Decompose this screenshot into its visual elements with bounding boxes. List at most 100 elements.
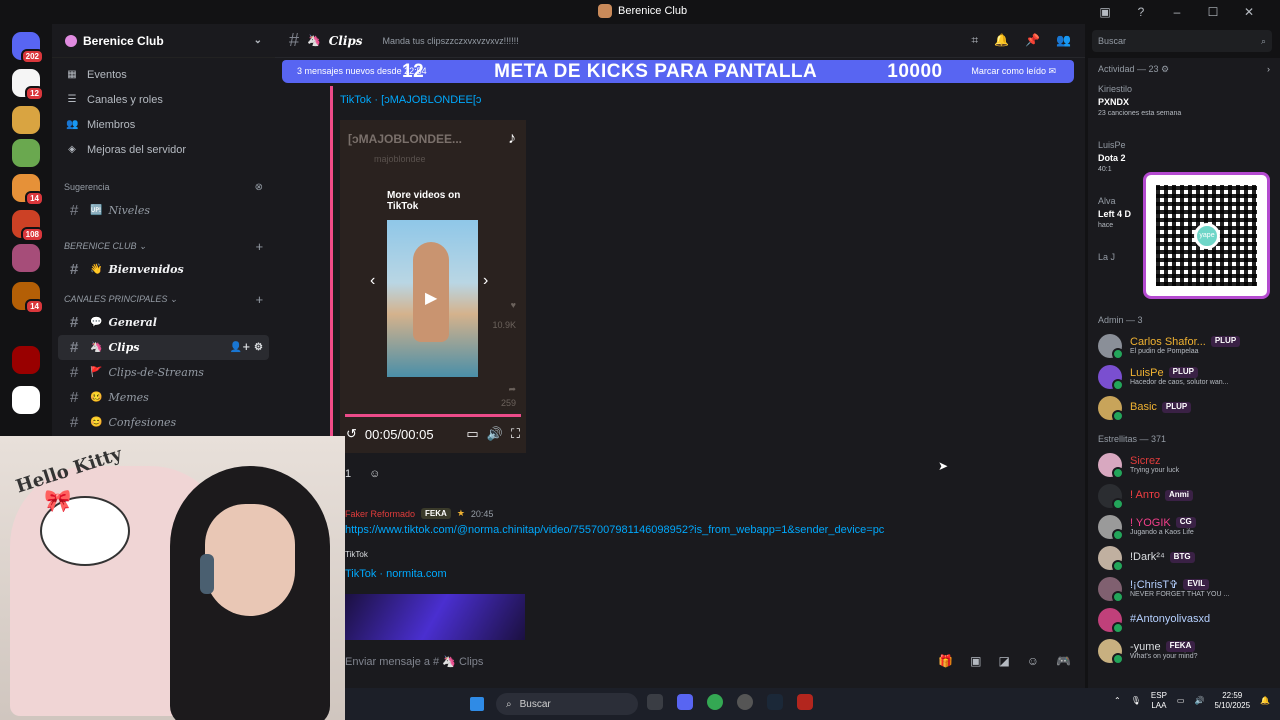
video-thumbnail[interactable]: ▶ (387, 220, 478, 377)
member-status: What's on your mind? (1130, 652, 1198, 660)
channel-confesiones[interactable]: # 😊 Confesiones (58, 410, 269, 435)
clock[interactable]: 22:59 5/10/2025 (1214, 691, 1250, 710)
activity-header[interactable]: Actividad — 23 ⚙ › (1088, 58, 1280, 80)
bell-icon[interactable]: 🔔 (994, 33, 1009, 48)
member-item[interactable]: -yume FEKA What's on your mind? (1088, 635, 1280, 666)
mark-read-button[interactable]: Marcar como leído ✉ (971, 66, 1056, 77)
activity-user: Kiriestilo (1098, 84, 1133, 94)
threads-icon[interactable]: ⌗ (971, 33, 978, 48)
screen-share-icon[interactable]: ▣ (1098, 5, 1112, 19)
shares-count: 259 (500, 398, 516, 408)
category-berenice[interactable]: BERENICE CLUB ⌄ + (52, 235, 275, 257)
minimize-icon[interactable]: – (1170, 5, 1184, 19)
server-icon[interactable] (12, 244, 40, 272)
channel-memes[interactable]: # 🥴 Memes (58, 385, 269, 410)
reaction-count[interactable]: 1 (345, 468, 351, 480)
composer-placeholder[interactable]: Enviar mensaje a # 🦄 Clips (345, 655, 483, 668)
member-item[interactable]: Basic PLUP (1088, 392, 1280, 423)
discord-taskbar-icon[interactable] (677, 694, 693, 710)
windows-start-icon[interactable] (470, 697, 484, 711)
game-icon[interactable] (797, 694, 813, 710)
gear-icon[interactable]: ⚙ (254, 342, 263, 353)
embed-thumbnail[interactable] (345, 594, 525, 640)
sticker-icon[interactable]: ◪ (998, 654, 1009, 668)
gif-icon[interactable]: ▣ (970, 654, 981, 668)
channel-bienvenidos[interactable]: # 👋 Bienvenidos (58, 257, 269, 282)
server-icon[interactable]: 108 (12, 210, 44, 242)
member-item[interactable]: Sicrez Trying your luck (1088, 449, 1280, 480)
video-progress-bar[interactable] (345, 414, 521, 417)
add-channel-icon[interactable]: + (255, 292, 263, 307)
network-icon[interactable]: ▭ (1177, 696, 1185, 705)
volume-icon[interactable]: 🔊 (1194, 696, 1204, 705)
maximize-icon[interactable]: ☐ (1206, 5, 1220, 19)
gift-icon[interactable]: 🎁 (938, 654, 953, 668)
activity-game: PXNDX (1098, 97, 1130, 107)
member-item[interactable]: ! YOGIK CG Jugando a Kaos Life (1088, 511, 1280, 542)
channel-niveles[interactable]: # 🆙 Niveles (58, 198, 269, 223)
dismiss-icon[interactable]: ⊗ (255, 182, 263, 193)
add-channel-icon[interactable]: + (255, 239, 263, 254)
notifications-icon[interactable]: 🔔 (1260, 696, 1270, 705)
invite-icon[interactable]: 👤+ (230, 342, 251, 353)
server-icon[interactable]: 14 (12, 174, 44, 206)
guild-header[interactable]: Berenice Club ⌄ (52, 24, 275, 58)
member-item[interactable]: LuisPe PLUP Hacedor de caos, solutor wan..… (1088, 361, 1280, 392)
member-item[interactable]: Carlos Shafor... PLUP El pudin de Pompelaa (1088, 330, 1280, 361)
captions-icon[interactable]: ▭ (466, 426, 478, 442)
member-name: !¡ChrisT✞ (1130, 578, 1179, 591)
activity-card[interactable]: Kiriestilo PXNDX 23 canciones esta semana (1088, 80, 1280, 136)
message-link[interactable]: https://www.tiktok.com/@norma.chinitap/v… (345, 524, 884, 536)
server-icon[interactable] (12, 386, 40, 414)
mic-icon[interactable]: 🎙 (1131, 696, 1141, 705)
volume-icon[interactable]: 🔊 (487, 426, 503, 442)
discord-icon[interactable]: 202 (12, 32, 44, 64)
activity-title: Actividad — 23 (1098, 64, 1159, 74)
fullscreen-icon[interactable]: ⛶ (511, 426, 520, 442)
add-reaction-icon[interactable]: ☺ (369, 468, 380, 480)
chevron-left-icon[interactable]: ‹ (370, 272, 375, 290)
member-item[interactable]: !Dark²⁴ BTG (1088, 542, 1280, 573)
close-icon[interactable]: ✕ (1242, 5, 1256, 19)
pin-icon[interactable]: 📌 (1025, 33, 1040, 48)
server-icon[interactable] (12, 346, 40, 374)
server-icon[interactable] (12, 106, 40, 134)
member-item[interactable]: !¡ChrisT✞ EVIL NEVER FORGET THAT YOU ... (1088, 573, 1280, 604)
play-icon[interactable]: ▶ (425, 288, 437, 308)
channel-topic[interactable]: Manda tus clipszzczxvxvzvxvz!!!!!! (383, 36, 519, 46)
replay-icon[interactable]: ↺ (346, 426, 357, 442)
chevron-up-icon[interactable]: ⌃ (1114, 696, 1121, 705)
video-handle: majoblondee (374, 154, 426, 164)
task-view-icon[interactable] (647, 694, 663, 710)
category-main[interactable]: CANALES PRINCIPALES ⌄ + (52, 288, 275, 310)
nav-events[interactable]: ▦ Eventos (52, 62, 275, 87)
nav-boosts[interactable]: ◈ Mejoras del servidor (52, 137, 275, 162)
message-author[interactable]: Faker Reformado (345, 509, 415, 519)
members-list-icon[interactable]: 👥 (1056, 33, 1071, 48)
language-indicator[interactable]: ESP LAA (1151, 691, 1167, 710)
embed-provider-link[interactable]: TikTok · [ↄMAJOBLONDEE[ↄ (340, 94, 481, 106)
server-icon[interactable]: 12 (12, 69, 44, 101)
message-composer[interactable]: Enviar mensaje a # 🦄 Clips 🎁 ▣ ◪ ☺ 🎮 (335, 646, 1077, 676)
channel-clips[interactable]: # 🦄 Clips 👤+ ⚙ (58, 335, 269, 360)
channel-general[interactable]: # 💬 General (58, 310, 269, 335)
obs-icon[interactable] (737, 694, 753, 710)
new-messages-banner[interactable]: 3 mensajes nuevos desde 22:54 Marcar com… (282, 60, 1074, 83)
member-item[interactable]: #Antonyolivasxd (1088, 604, 1280, 635)
server-icon[interactable]: 14 (12, 282, 44, 314)
nav-channels-roles[interactable]: ☰ Canales y roles (52, 87, 275, 112)
chevron-right-icon[interactable]: › (483, 272, 488, 290)
help-icon[interactable]: ? (1134, 5, 1148, 19)
tiktok-video-embed[interactable]: [ↄMAJOBLONDEE... majoblondee ♪ More vide… (340, 120, 526, 453)
member-item[interactable]: ! Anто Anmi (1088, 480, 1280, 511)
search-input[interactable]: Buscar ⌕ (1092, 30, 1272, 52)
nav-members[interactable]: 👥 Miembros (52, 112, 275, 137)
steam-icon[interactable] (767, 694, 783, 710)
chrome-icon[interactable] (707, 694, 723, 710)
emoji-icon[interactable]: ☺ (1027, 654, 1039, 668)
server-icon[interactable] (12, 139, 40, 167)
taskbar-search[interactable]: ⌕ Buscar (496, 693, 638, 715)
apps-icon[interactable]: 🎮 (1056, 654, 1071, 668)
embed-title-link[interactable]: TikTok · normita.com (345, 568, 447, 580)
channel-clips-de-streams[interactable]: # 🚩 Clips-de-Streams (58, 360, 269, 385)
